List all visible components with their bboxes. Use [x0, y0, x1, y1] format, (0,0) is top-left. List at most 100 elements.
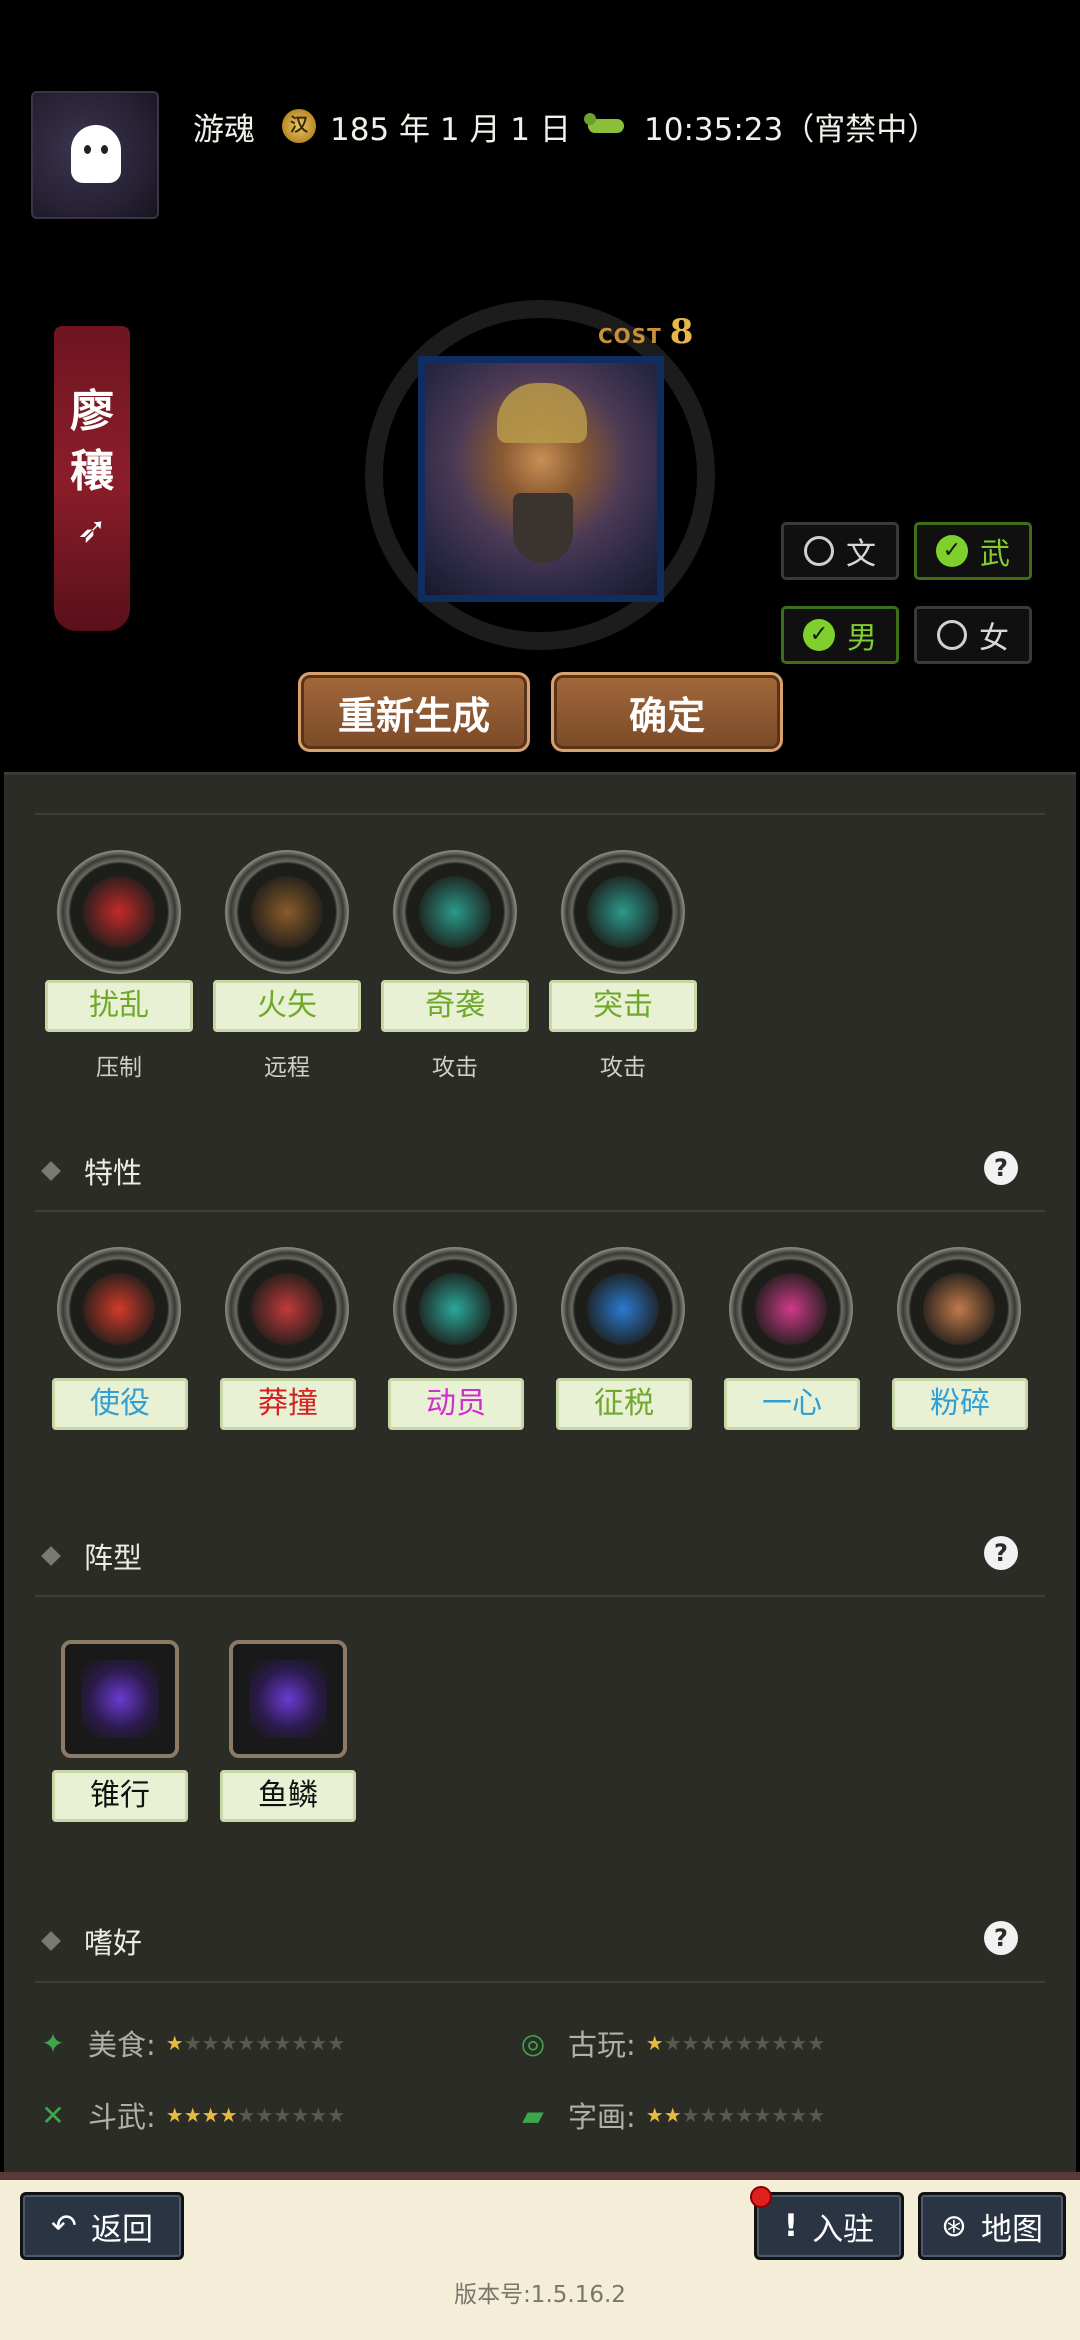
star-icon: ★: [291, 2031, 310, 2055]
star-icon: ★: [717, 2031, 736, 2055]
star-icon: ★: [771, 2103, 790, 2127]
star-icon: ★: [753, 2103, 772, 2127]
coin-hand-icon[interactable]: [561, 1247, 685, 1371]
formation-help-icon[interactable]: ?: [984, 1536, 1018, 1570]
trait-tag[interactable]: 粉碎: [892, 1378, 1028, 1430]
star-icon: ★: [183, 2103, 202, 2127]
toggle-male[interactable]: ✓ 男: [781, 606, 899, 664]
diamond-icon: [41, 1546, 61, 1566]
cost-value: 8: [669, 312, 694, 352]
star-icon: ★: [273, 2031, 292, 2055]
wedge-formation-icon[interactable]: [61, 1640, 179, 1758]
scroll-icon[interactable]: [225, 1247, 349, 1371]
confirm-button[interactable]: 确定: [551, 672, 783, 752]
painting-icon: ▰: [522, 2098, 544, 2132]
enter-button-label: 入驻: [812, 2211, 875, 2248]
divider: [35, 813, 1045, 815]
star-icon: ★: [237, 2103, 256, 2127]
preference-title: 嗜好: [84, 1926, 143, 1960]
star-icon: ★: [183, 2031, 202, 2055]
skill-tag[interactable]: 奇袭: [381, 980, 529, 1032]
player-name: 游魂: [193, 111, 255, 148]
back-button[interactable]: ↶ 返回: [20, 2192, 184, 2260]
trait-tag[interactable]: 征税: [556, 1378, 692, 1430]
trait-tag[interactable]: 动员: [388, 1378, 524, 1430]
trait-tag[interactable]: 一心: [724, 1378, 860, 1430]
time-display: 10:35:23（宵禁中）: [584, 104, 939, 148]
name-char-2: 穰: [70, 446, 114, 497]
star-icon: ★: [273, 2103, 292, 2127]
diamond-icon: [41, 1931, 61, 1951]
preference-row: ✦ 美食: ★★★★★★★★★★: [36, 2022, 345, 2064]
name-char-1: 廖: [70, 386, 114, 437]
game-time: 10:35:23（宵禁中）: [644, 111, 939, 148]
preference-stars: ★★★★★★★★★★: [646, 2103, 825, 2127]
combat-icon: ✕: [41, 2098, 65, 2132]
rolling-stone-icon[interactable]: [57, 1247, 181, 1371]
star-icon: ★: [327, 2103, 346, 2127]
charge-icon[interactable]: [561, 850, 685, 974]
formation-header: 阵型: [41, 1535, 142, 1577]
star-icon: ★: [291, 2103, 310, 2127]
cricket-icon: [584, 113, 624, 133]
toggle-wu[interactable]: ✓ 武: [914, 522, 1032, 580]
star-icon: ★: [165, 2031, 184, 2055]
enter-button[interactable]: ! 入驻: [754, 2192, 904, 2260]
star-icon: ★: [255, 2103, 274, 2127]
divider: [35, 1595, 1045, 1597]
preference-label: 字画:: [568, 2100, 636, 2134]
star-icon: ★: [255, 2031, 274, 2055]
toggle-wen[interactable]: 文: [781, 522, 899, 580]
fishscale-formation-icon[interactable]: [229, 1640, 347, 1758]
skill-tag[interactable]: 扰乱: [45, 980, 193, 1032]
feather-icon: ➶: [76, 510, 108, 551]
skill-tag[interactable]: 火矢: [213, 980, 361, 1032]
skill-type: 远程: [264, 1055, 310, 1081]
preference-row: ✕ 斗武: ★★★★★★★★★★: [36, 2094, 345, 2136]
traits-header: 特性: [41, 1150, 142, 1192]
formation-tag[interactable]: 鱼鳞: [220, 1770, 356, 1822]
star-icon: ★: [663, 2103, 682, 2127]
map-button[interactable]: ⊛ 地图: [918, 2192, 1066, 2260]
regenerate-button[interactable]: 重新生成: [298, 672, 530, 752]
preference-stars: ★★★★★★★★★★: [166, 2031, 345, 2055]
star-icon: ★: [735, 2031, 754, 2055]
map-button-label: 地图: [980, 2211, 1043, 2248]
trait-tag[interactable]: 使役: [52, 1378, 188, 1430]
fire-arrow-icon[interactable]: [225, 850, 349, 974]
check-icon: ✓: [803, 619, 835, 651]
skill-type: 压制: [96, 1055, 142, 1081]
star-icon: ★: [681, 2031, 700, 2055]
check-icon: ✓: [936, 535, 968, 567]
preference-label: 美食:: [88, 2028, 156, 2062]
star-icon: ★: [327, 2031, 346, 2055]
map-icon: ⊛: [941, 2208, 967, 2244]
blue-flame-icon[interactable]: [393, 850, 517, 974]
trait-tag[interactable]: 莽撞: [220, 1378, 356, 1430]
toggle-female[interactable]: 女: [914, 606, 1032, 664]
formation-tag[interactable]: 锥行: [52, 1770, 188, 1822]
star-icon: ★: [717, 2103, 736, 2127]
preference-label: 古玩:: [568, 2028, 636, 2062]
star-icon: ★: [219, 2103, 238, 2127]
preference-label: 斗武:: [88, 2100, 156, 2134]
notification-dot: [750, 2186, 772, 2208]
banner-icon[interactable]: [393, 1247, 517, 1371]
star-icon: ★: [681, 2103, 700, 2127]
skill-type: 攻击: [600, 1055, 646, 1081]
preference-stars: ★★★★★★★★★★: [646, 2031, 825, 2055]
red-cloud-icon[interactable]: [57, 850, 181, 974]
player-avatar[interactable]: [31, 91, 159, 219]
preference-help-icon[interactable]: ?: [984, 1921, 1018, 1955]
toggle-male-label: 男: [847, 621, 877, 656]
version-label: 版本号:1.5.16.2: [454, 2282, 626, 2308]
skill-tag[interactable]: 突击: [549, 980, 697, 1032]
game-date: 185 年 1 月 1 日: [330, 111, 571, 148]
date-display: 汉 185 年 1 月 1 日: [282, 104, 571, 148]
shatter-icon[interactable]: [897, 1247, 1021, 1371]
traits-help-icon[interactable]: ?: [984, 1151, 1018, 1185]
star-icon: ★: [165, 2103, 184, 2127]
toggle-wen-label: 文: [846, 537, 876, 572]
star-icon: ★: [237, 2031, 256, 2055]
target-icon[interactable]: [729, 1247, 853, 1371]
